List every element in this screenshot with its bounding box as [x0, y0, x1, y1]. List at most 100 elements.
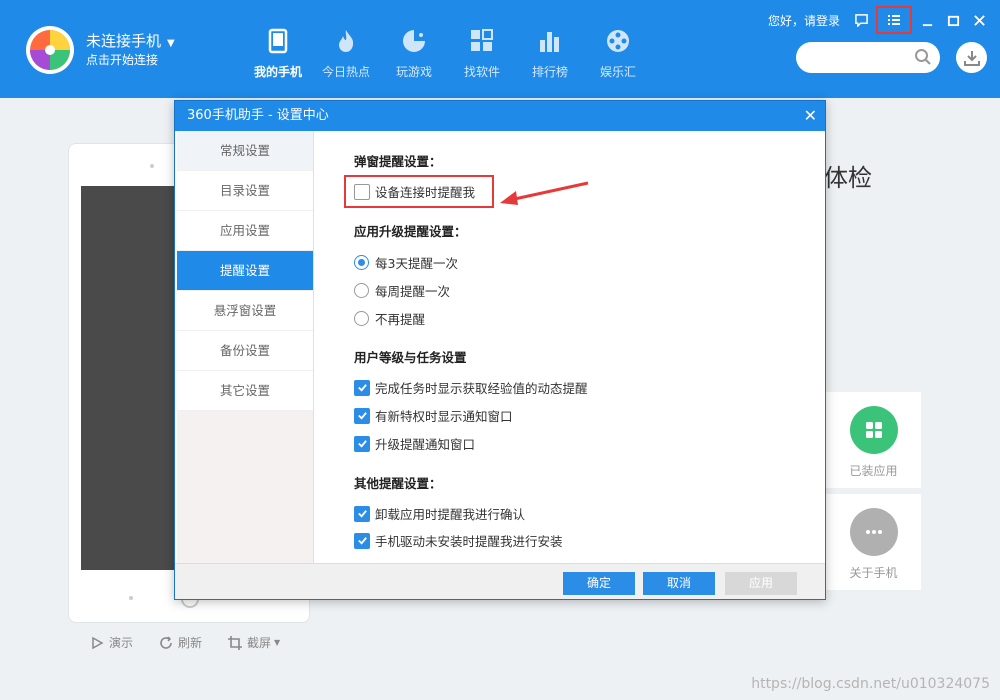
nav-label: 找软件: [463, 65, 500, 79]
installed-apps-card[interactable]: 已装应用: [826, 392, 921, 488]
download-button[interactable]: [956, 42, 987, 73]
apply-button[interactable]: 应用: [725, 572, 797, 595]
radio-button[interactable]: [354, 255, 369, 270]
check-title: 体检: [824, 164, 872, 192]
dialog-title: 360手机助手 - 设置中心: [187, 108, 329, 123]
more-icon: [849, 508, 898, 556]
refresh-icon: [160, 635, 172, 649]
nav-rankings[interactable]: 排行榜: [516, 26, 584, 80]
nav-label: 玩游戏: [395, 65, 432, 79]
download-icon: [963, 50, 980, 66]
dialog-title-bar: 360手机助手 - 设置中心 ✕: [175, 101, 825, 131]
menu-button[interactable]: [876, 6, 912, 34]
tool-label: 截屏: [247, 636, 272, 650]
new-privilege-notify-checkbox[interactable]: 有新特权时显示通知窗口: [354, 406, 513, 425]
settings-sidebar: 常规设置 目录设置 应用设置 提醒设置 悬浮窗设置 备份设置 其它设置: [177, 131, 313, 563]
checkbox[interactable]: [354, 183, 370, 200]
settings-dialog: 360手机助手 - 设置中心 ✕ 常规设置 目录设置 应用设置 提醒设置 悬浮窗…: [174, 100, 826, 600]
nav-my-phone[interactable]: 我的手机: [244, 26, 312, 80]
sidebar-item-directory[interactable]: 目录设置: [177, 171, 313, 211]
dialog-close-icon[interactable]: ✕: [804, 101, 817, 131]
minimize-icon: [922, 23, 932, 26]
phone-icon: [244, 26, 312, 56]
checkbox[interactable]: [354, 407, 370, 424]
option-label: 每3天提醒一次: [375, 256, 458, 271]
chevron-down-icon: ▼: [167, 38, 175, 49]
window-controls: 您好，请登录: [768, 6, 990, 34]
card-label: 关于手机: [849, 566, 898, 580]
sidebar-item-apps[interactable]: 应用设置: [177, 211, 313, 251]
uninstall-confirm-checkbox[interactable]: 卸载应用时提醒我进行确认: [354, 504, 525, 523]
option-label: 完成任务时显示获取经验值的动态提醒: [375, 381, 588, 396]
dialog-footer: 确定 取消 应用: [175, 563, 825, 599]
search-input[interactable]: [808, 42, 918, 73]
section-title: 弹窗提醒设置：: [354, 154, 442, 169]
device-connect-reminder-checkbox[interactable]: 设备连接时提醒我: [354, 182, 475, 201]
option-label: 设备连接时提醒我: [375, 185, 476, 200]
upgrade-weekly-radio[interactable]: 每周提醒一次: [354, 281, 450, 300]
main-nav: 我的手机 今日热点 玩游戏 找软件 排行榜 娱乐汇: [244, 26, 652, 80]
upgrade-every-3-days-radio[interactable]: 每3天提醒一次: [354, 253, 458, 272]
tool-label: 演示: [109, 636, 134, 650]
task-exp-reminder-checkbox[interactable]: 完成任务时显示获取经验值的动态提醒: [354, 378, 588, 397]
phone-status[interactable]: 未连接手机 ▼: [86, 30, 175, 51]
search-icon[interactable]: [914, 48, 932, 66]
checkbox[interactable]: [354, 379, 370, 396]
phone-camera: [150, 164, 154, 168]
tool-label: 刷新: [178, 636, 203, 650]
level-up-notify-checkbox[interactable]: 升级提醒通知窗口: [354, 434, 475, 453]
top-header: 未连接手机 ▼ 点击开始连接 我的手机 今日热点 玩游戏 找软件 排行榜 娱乐汇…: [0, 0, 1000, 98]
chevron-down-icon: ▼: [274, 638, 281, 647]
section-title: 其他提醒设置：: [354, 476, 442, 491]
upgrade-never-radio[interactable]: 不再提醒: [354, 309, 425, 328]
crop-icon: [228, 635, 243, 650]
option-label: 升级提醒通知窗口: [375, 437, 476, 452]
nav-hot-today[interactable]: 今日热点: [312, 26, 380, 80]
sidebar-item-general[interactable]: 常规设置: [177, 131, 313, 171]
refresh-button[interactable]: 刷新: [159, 634, 202, 651]
nav-label: 排行榜: [531, 65, 568, 79]
phone-tools: 演示 刷新 截屏 ▼: [90, 634, 306, 651]
nav-find-apps[interactable]: 找软件: [448, 26, 516, 80]
checkbox[interactable]: [354, 532, 370, 549]
nav-label: 今日热点: [321, 65, 370, 79]
game-icon: [380, 26, 448, 56]
play-icon: [92, 636, 104, 649]
ranking-icon: [516, 26, 584, 56]
login-link[interactable]: 您好，请登录: [768, 12, 840, 29]
cancel-button[interactable]: 取消: [643, 572, 715, 595]
maximize-button[interactable]: [942, 9, 964, 31]
close-window-button[interactable]: [968, 9, 990, 31]
option-label: 每周提醒一次: [375, 284, 451, 299]
flame-icon: [312, 26, 380, 56]
sidebar-item-other[interactable]: 其它设置: [177, 371, 313, 411]
option-label: 不再提醒: [375, 312, 426, 327]
feedback-icon[interactable]: [850, 9, 872, 31]
search-box: [796, 42, 940, 73]
checkbox[interactable]: [354, 505, 370, 522]
film-reel-icon: [584, 26, 652, 56]
card-label: 已装应用: [849, 464, 898, 478]
app-logo-icon[interactable]: [26, 26, 74, 74]
maximize-icon: [947, 15, 959, 26]
menu-list-icon: [888, 15, 900, 25]
ok-button[interactable]: 确定: [563, 572, 635, 595]
apps-icon: [448, 26, 516, 56]
grid-icon: [849, 406, 898, 454]
about-phone-card[interactable]: 关于手机: [826, 494, 921, 590]
sidebar-item-backup[interactable]: 备份设置: [177, 331, 313, 371]
nav-entertainment[interactable]: 娱乐汇: [584, 26, 652, 80]
watermark: https://blog.csdn.net/u010324075: [751, 676, 990, 692]
radio-button[interactable]: [354, 283, 369, 298]
demo-button[interactable]: 演示: [90, 634, 133, 651]
nav-play-games[interactable]: 玩游戏: [380, 26, 448, 80]
driver-install-reminder-checkbox[interactable]: 手机驱动未安装时提醒我进行安装: [354, 531, 563, 550]
checkbox[interactable]: [354, 435, 370, 452]
connect-link[interactable]: 点击开始连接: [86, 51, 158, 68]
minimize-button[interactable]: [916, 9, 938, 31]
radio-button[interactable]: [354, 311, 369, 326]
screenshot-button[interactable]: 截屏 ▼: [228, 634, 280, 651]
sidebar-item-reminders[interactable]: 提醒设置: [177, 251, 313, 291]
sidebar-item-floating-window[interactable]: 悬浮窗设置: [177, 291, 313, 331]
annotation-arrow-icon: [500, 181, 589, 205]
